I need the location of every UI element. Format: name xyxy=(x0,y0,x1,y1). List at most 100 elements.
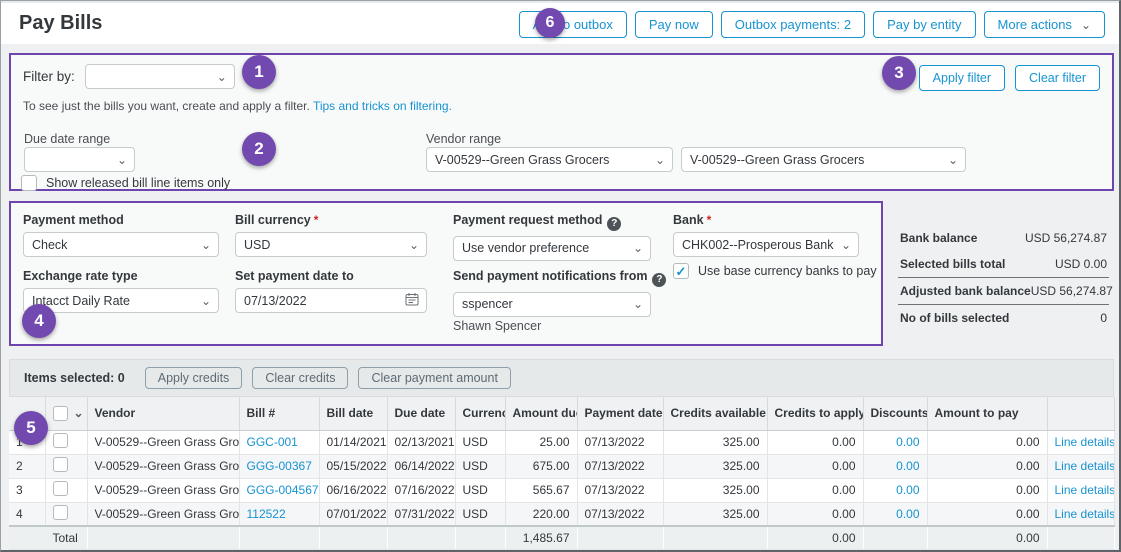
payment-method-label: Payment method xyxy=(23,213,219,227)
more-actions-button[interactable]: More actions ⌄ xyxy=(984,11,1105,38)
filter-by-label: Filter by: xyxy=(23,69,75,84)
pay-by-entity-button[interactable]: Pay by entity xyxy=(873,11,975,38)
payment-method-select[interactable]: Check ⌄ xyxy=(23,232,219,257)
bill-currency-select[interactable]: USD ⌄ xyxy=(235,232,427,257)
payment-request-method-select[interactable]: Use vendor preference ⌄ xyxy=(453,236,651,261)
payment-section: Payment method Check ⌄ Bill currency* US… xyxy=(9,201,883,346)
column-header-payment-date[interactable]: Payment date xyxy=(577,397,663,430)
select-all-checkbox[interactable] xyxy=(53,406,68,421)
vendor-cell: V-00529--Green Grass Grocers xyxy=(87,502,239,526)
adjusted-bank-balance-row: Adjusted bank balance USD 56,274.87 xyxy=(898,278,1109,305)
calendar-icon[interactable] xyxy=(405,292,419,309)
bill-number-link[interactable]: GGG-00367 xyxy=(247,459,312,473)
payment-request-method-label: Payment request method? xyxy=(453,213,651,231)
chevron-down-icon: ⌄ xyxy=(117,154,127,166)
clear-filter-button[interactable]: Clear filter xyxy=(1015,65,1100,91)
discounts-link[interactable]: 0.00 xyxy=(896,459,919,473)
table-row: 3 V-00529--Green Grass Grocers GGG-00456… xyxy=(9,478,1114,502)
required-asterisk: * xyxy=(707,213,712,227)
items-selected-count: Items selected: 0 xyxy=(24,371,125,385)
use-base-currency-checkbox[interactable]: ✓ xyxy=(673,263,689,279)
set-payment-date-input[interactable]: 07/13/2022 xyxy=(235,288,427,313)
column-header-credits-to-apply[interactable]: Credits to apply xyxy=(767,397,863,430)
chevron-down-icon[interactable]: ⌄ xyxy=(74,407,84,419)
column-header-bill-no[interactable]: Bill # xyxy=(239,397,319,430)
line-details-link[interactable]: Line details xyxy=(1055,507,1115,521)
due-date-range-select[interactable]: ⌄ xyxy=(24,147,135,172)
exchange-rate-type-select[interactable]: Intacct Daily Rate ⌄ xyxy=(23,288,219,313)
discounts-link[interactable]: 0.00 xyxy=(896,507,919,521)
annotation-badge-2: 2 xyxy=(242,132,276,166)
set-payment-date-label: Set payment date to xyxy=(235,269,427,283)
vendor-cell: V-00529--Green Grass Grocers xyxy=(87,478,239,502)
line-details-link[interactable]: Line details xyxy=(1055,459,1115,473)
page-title: Pay Bills xyxy=(19,12,102,35)
total-label: Total xyxy=(45,526,87,549)
line-details-link[interactable]: Line details xyxy=(1055,483,1115,497)
filter-tips-link[interactable]: Tips and tricks on filtering. xyxy=(313,99,452,113)
bank-summary-panel: Bank balance USD 56,274.87 Selected bill… xyxy=(898,225,1109,331)
discounts-link[interactable]: 0.00 xyxy=(896,435,919,449)
table-row: 1 V-00529--Green Grass Grocers GGC-001 0… xyxy=(9,430,1114,454)
chevron-down-icon: ⌄ xyxy=(1081,19,1091,31)
bill-number-link[interactable]: GGG-0045678 xyxy=(247,483,320,497)
column-header-vendor[interactable]: Vendor xyxy=(87,397,239,430)
line-details-link[interactable]: Line details xyxy=(1055,435,1115,449)
total-credits-to-apply: 0.00 xyxy=(767,526,863,549)
outbox-payments-button[interactable]: Outbox payments: 2 xyxy=(721,11,865,38)
pay-now-button[interactable]: Pay now xyxy=(635,11,713,38)
row-checkbox[interactable] xyxy=(53,481,68,496)
apply-filter-button[interactable]: Apply filter xyxy=(919,65,1005,91)
chevron-down-icon: ⌄ xyxy=(841,239,851,251)
clear-payment-amount-button[interactable]: Clear payment amount xyxy=(358,367,510,389)
column-header-currency[interactable]: Currency xyxy=(455,397,505,430)
clear-credits-button[interactable]: Clear credits xyxy=(252,367,348,389)
bills-table-section: Items selected: 0 Apply credits Clear cr… xyxy=(9,359,1114,550)
column-header-credits-available[interactable]: Credits available xyxy=(663,397,767,430)
column-header-bill-date[interactable]: Bill date xyxy=(319,397,387,430)
vendor-range-to-select[interactable]: V-00529--Green Grass Grocers ⌄ xyxy=(681,147,966,172)
bill-number-link[interactable]: GGC-001 xyxy=(247,435,298,449)
more-actions-label: More actions xyxy=(998,17,1072,32)
annotation-badge-6: 6 xyxy=(535,8,565,38)
table-row: 2 V-00529--Green Grass Grocers GGG-00367… xyxy=(9,454,1114,478)
discounts-link[interactable]: 0.00 xyxy=(896,483,919,497)
row-checkbox[interactable] xyxy=(53,457,68,472)
column-header-amount-due[interactable]: Amount due xyxy=(505,397,577,430)
total-amount-due: 1,485.67 xyxy=(505,526,577,549)
chevron-down-icon: ⌄ xyxy=(655,154,665,166)
chevron-down-icon: ⌄ xyxy=(409,239,419,251)
table-row: 4 V-00529--Green Grass Grocers 112522 07… xyxy=(9,502,1114,526)
send-notifications-select[interactable]: sspencer ⌄ xyxy=(453,292,651,317)
selected-bills-total-row: Selected bills total USD 0.00 xyxy=(898,251,1109,278)
chevron-down-icon: ⌄ xyxy=(948,154,958,166)
column-header-line-details xyxy=(1047,397,1114,430)
annotation-badge-1: 1 xyxy=(242,55,276,89)
vendor-cell: V-00529--Green Grass Grocers xyxy=(87,454,239,478)
bank-select[interactable]: CHK002--Prosperous Bank ⌄ xyxy=(673,232,859,257)
row-checkbox[interactable] xyxy=(53,505,68,520)
vendor-range-from-select[interactable]: V-00529--Green Grass Grocers ⌄ xyxy=(426,147,673,172)
send-notifications-label: Send payment notifications from? xyxy=(453,269,651,287)
bill-number-link[interactable]: 112522 xyxy=(247,507,286,521)
filter-by-select[interactable]: ⌄ xyxy=(85,64,235,89)
column-header-due-date[interactable]: Due date xyxy=(387,397,455,430)
chevron-down-icon: ⌄ xyxy=(217,71,227,83)
chevron-down-icon: ⌄ xyxy=(201,239,211,251)
help-icon[interactable]: ? xyxy=(607,217,621,231)
row-checkbox[interactable] xyxy=(53,433,68,448)
top-action-buttons: Add to outbox Pay now Outbox payments: 2… xyxy=(519,11,1105,38)
help-icon[interactable]: ? xyxy=(652,273,666,287)
apply-credits-button[interactable]: Apply credits xyxy=(145,367,243,389)
sender-full-name: Shawn Spencer xyxy=(453,319,541,333)
bills-selected-row: No of bills selected 0 xyxy=(898,305,1109,331)
show-released-checkbox[interactable] xyxy=(21,175,37,191)
column-header-discounts[interactable]: Discounts xyxy=(863,397,927,430)
required-asterisk: * xyxy=(314,213,319,227)
column-header-amount-to-pay[interactable]: Amount to pay xyxy=(927,397,1047,430)
filter-section: Filter by: ⌄ To see just the bills you w… xyxy=(9,53,1114,191)
use-base-currency-label: Use base currency banks to pay xyxy=(698,264,877,278)
annotation-badge-4: 4 xyxy=(22,304,56,338)
vendor-cell: V-00529--Green Grass Grocers xyxy=(87,430,239,454)
bank-label: Bank* xyxy=(673,213,859,227)
